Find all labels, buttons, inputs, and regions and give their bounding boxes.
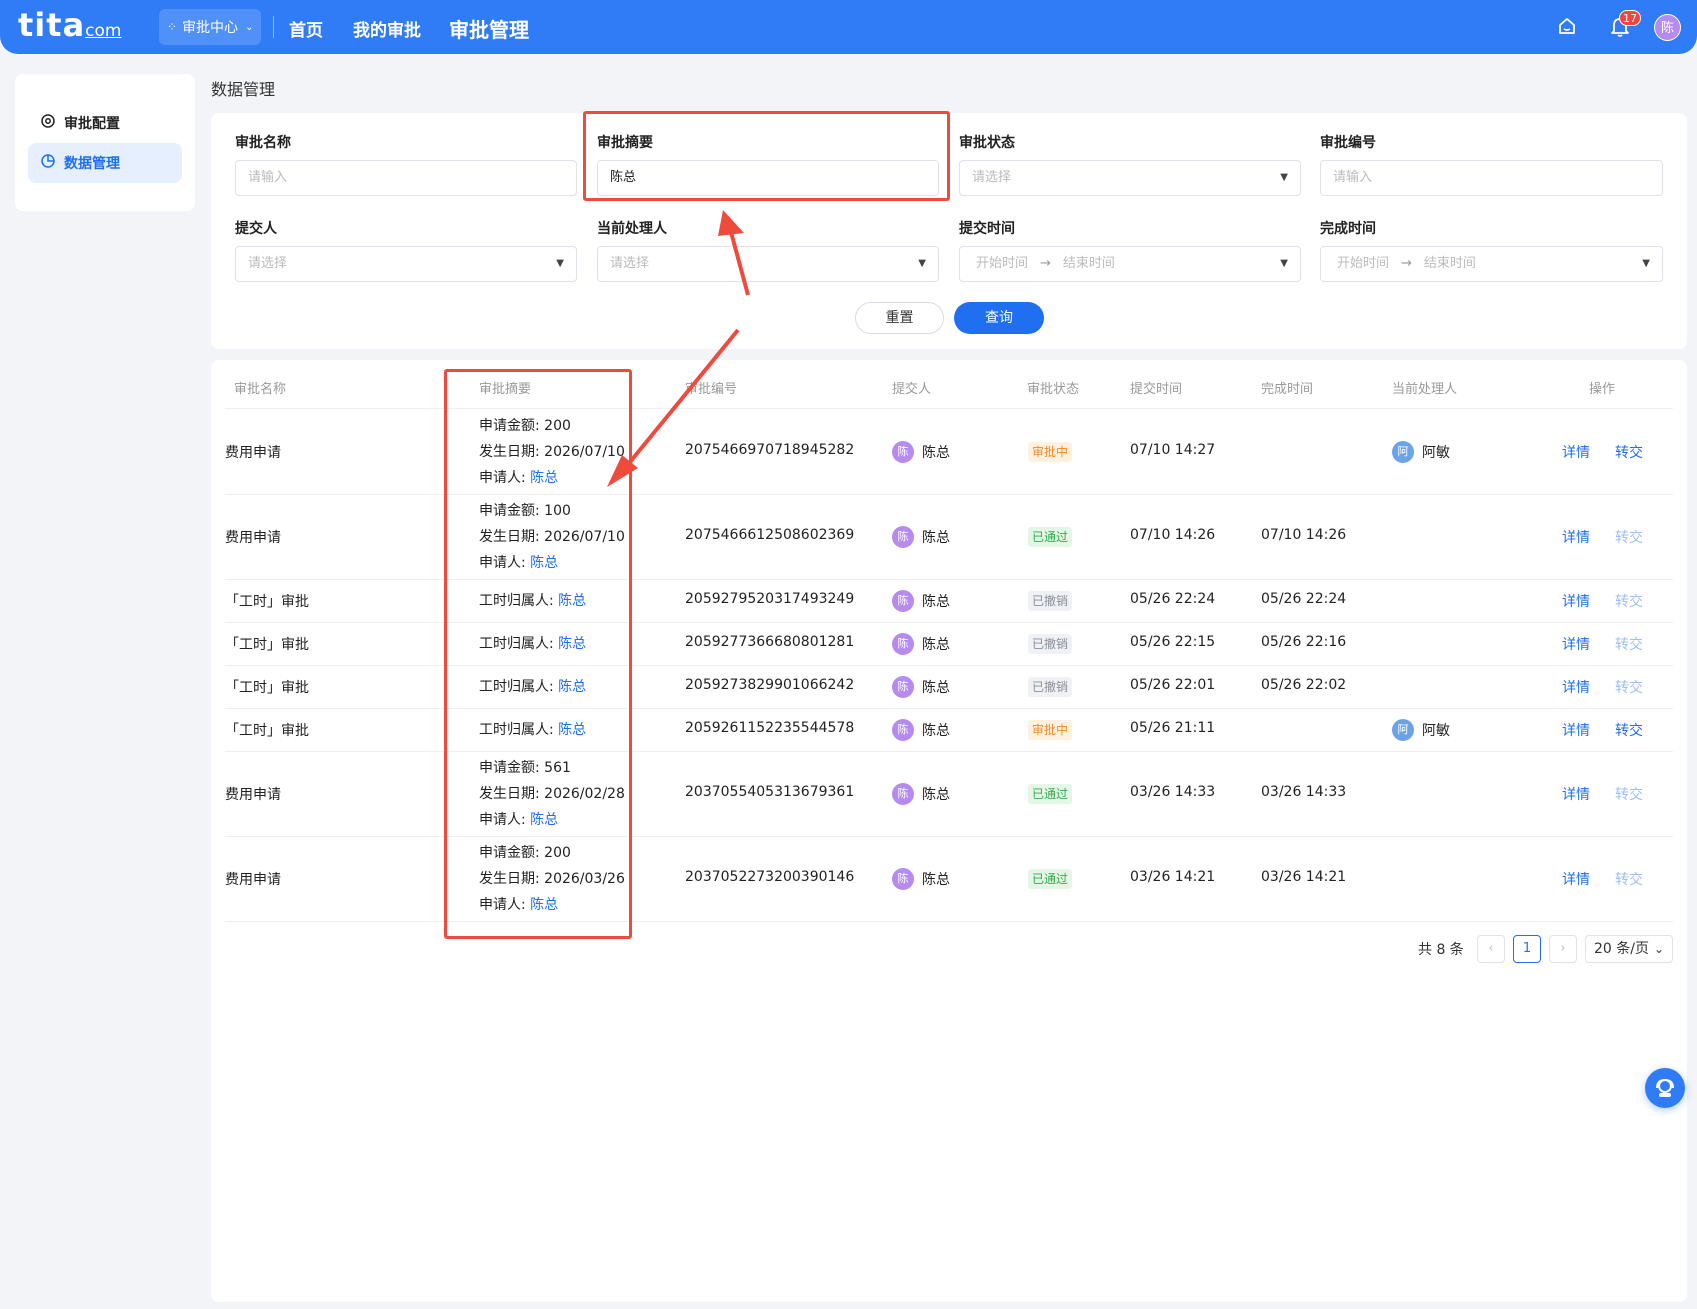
- annotation-arrows: [607, 210, 750, 487]
- support-chat-icon[interactable]: [1645, 1068, 1685, 1108]
- annotation-arrow-up-head: [718, 210, 744, 236]
- annotation-arrow-down: [628, 328, 740, 464]
- annotation-arrow-up: [729, 231, 750, 296]
